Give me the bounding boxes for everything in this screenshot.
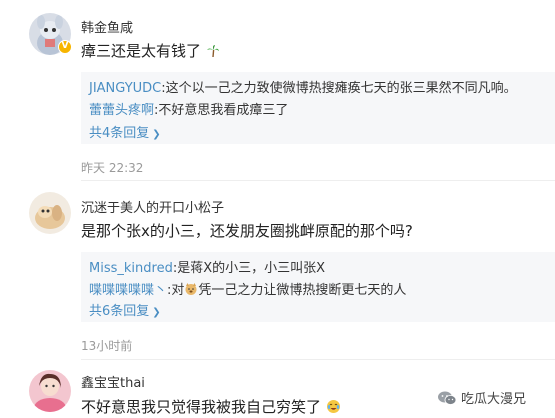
comment-timestamp: 昨天 22:32 bbox=[81, 161, 144, 175]
comment-item: V 韩金鱼咸 瘴三还是太有钱了 JIANGYUDC:这个以一己之力致使微博热搜瘫… bbox=[0, 0, 555, 181]
reply-line: 蕾蕾头疼啊:不好意思我看成瘴三了 bbox=[89, 99, 288, 118]
reply-thread: JIANGYUDC:这个以一己之力致使微博热搜瘫痪七天的张三果然不同凡响。 蕾蕾… bbox=[81, 72, 555, 144]
reply-username[interactable]: 蕾蕾头疼啊 bbox=[89, 103, 154, 118]
reply-line: Miss_kindred:是蒋X的小三，小三叫张X bbox=[89, 257, 325, 276]
comment-item: 沉迷于美人的开口小松子 是那个张x的小三，还发朋友圈挑衅原配的那个吗? Miss… bbox=[0, 180, 555, 360]
comment-username[interactable]: 沉迷于美人的开口小松子 bbox=[81, 197, 224, 216]
wechat-icon bbox=[437, 390, 457, 406]
reply-text: :这个以一己之力致使微博热搜瘫痪七天的张三果然不同凡响。 bbox=[161, 81, 517, 96]
avatar[interactable] bbox=[29, 370, 71, 412]
reply-text: :是蒋X的小三，小三叫张X bbox=[172, 261, 326, 276]
comment-timestamp: 13小时前 bbox=[81, 339, 133, 353]
watermark: 吃瓜大漫兄 bbox=[437, 388, 526, 410]
reply-username[interactable]: JIANGYUDC bbox=[89, 81, 161, 96]
doge-emoji-icon bbox=[184, 282, 198, 300]
reply-text: 凭一己之力让微博热搜断更七天的人 bbox=[198, 283, 407, 298]
avatar[interactable] bbox=[29, 192, 71, 234]
reply-line: JIANGYUDC:这个以一己之力致使微博热搜瘫痪七天的张三果然不同凡响。 bbox=[89, 77, 517, 96]
crying-laughing-emoji-icon bbox=[326, 399, 341, 418]
chevron-right-icon: ❯ bbox=[152, 307, 161, 318]
reply-username[interactable]: 喋喋喋喋喋丶 bbox=[89, 283, 167, 298]
comment-username[interactable]: 鑫宝宝thai bbox=[81, 372, 145, 391]
reply-text: :不好意思我看成瘴三了 bbox=[154, 103, 289, 118]
comment-text: 是那个张x的小三，还发朋友圈挑衅原配的那个吗? bbox=[81, 222, 413, 240]
chevron-right-icon: ❯ bbox=[152, 129, 161, 140]
reply-line: 喋喋喋喋喋丶:对 凭一己之力让微博热搜断更七天的人 bbox=[89, 279, 406, 300]
comment-username[interactable]: 韩金鱼咸 bbox=[81, 17, 133, 36]
view-more-replies-link[interactable]: 共4条回复 ❯ bbox=[89, 122, 161, 141]
reply-username[interactable]: Miss_kindred bbox=[89, 261, 173, 276]
reply-text: :对 bbox=[167, 283, 185, 298]
watermark-label: 吃瓜大漫兄 bbox=[461, 392, 527, 407]
verified-badge-icon: V bbox=[58, 40, 72, 54]
comment-text: 瘴三还是太有钱了 bbox=[81, 40, 220, 62]
reply-thread: Miss_kindred:是蒋X的小三，小三叫张X 喋喋喋喋喋丶:对 凭一己之力让… bbox=[81, 252, 555, 322]
comment-text: 不好意思我只觉得我被我自己穷笑了 bbox=[81, 396, 341, 418]
view-more-replies-link[interactable]: 共6条回复 ❯ bbox=[89, 300, 161, 319]
palm-tree-emoji-icon bbox=[206, 44, 220, 62]
